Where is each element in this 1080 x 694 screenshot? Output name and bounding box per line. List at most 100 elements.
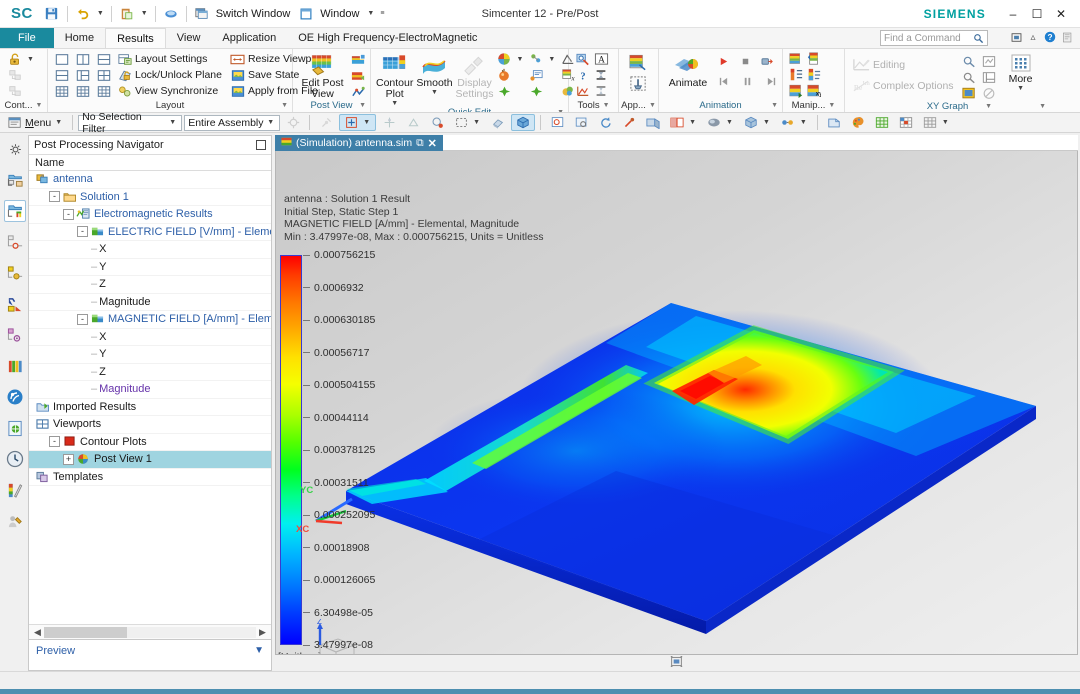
manip-import-button[interactable] xyxy=(788,83,804,99)
lock-rotation-dropdown-icon[interactable]: ▼ xyxy=(25,56,36,63)
create-point-button[interactable]: ▼ xyxy=(339,114,377,131)
tree-item-antenna[interactable]: antenna xyxy=(29,171,271,189)
manipulate-dropdown-icon[interactable]: ▼ xyxy=(828,100,835,112)
edit-post-view-button[interactable]: Edit Post View xyxy=(297,51,349,100)
pause-icon[interactable] xyxy=(739,74,755,89)
post-view-dialog-launcher-icon[interactable]: ▼ xyxy=(359,100,366,112)
viewport-tab-restore-icon[interactable]: ⧉ xyxy=(416,137,424,150)
create-point-dropdown-icon[interactable]: ▼ xyxy=(361,119,372,126)
window-icon[interactable] xyxy=(296,4,316,24)
tree-item-magnitude[interactable]: – Magnitude xyxy=(29,381,271,399)
xy-zoom-in-button[interactable] xyxy=(961,53,977,69)
select-feature-button[interactable] xyxy=(426,114,448,131)
manip-scale-button[interactable] xyxy=(788,67,804,83)
resource-web-browser-icon[interactable] xyxy=(4,417,26,439)
tools-query-button[interactable]: ? xyxy=(575,67,609,83)
lock-rotation-button[interactable]: ▼ xyxy=(7,51,36,67)
tree-item-solution-1[interactable]: - Solution 1 xyxy=(29,189,271,206)
layout-grid-button[interactable] xyxy=(54,83,70,99)
resource-constraint-navigator-icon[interactable] xyxy=(4,293,26,315)
complex-options-button[interactable]: ReIm Complex Options xyxy=(851,75,957,96)
tree-item-viewports[interactable]: Viewports xyxy=(29,416,271,434)
tree-item-contour-plots[interactable]: - Contour Plots xyxy=(29,434,271,451)
shaded-view-button[interactable] xyxy=(487,114,509,131)
manip-combine-button[interactable] xyxy=(806,67,822,83)
first-frame-icon[interactable] xyxy=(715,74,731,89)
resource-simulation-navigator-icon[interactable] xyxy=(4,262,26,284)
isometric-view-button[interactable] xyxy=(511,114,536,131)
layout-two-horizontal-button[interactable] xyxy=(54,67,70,83)
section-view-dropdown-icon[interactable]: ▼ xyxy=(687,119,698,126)
tree-item-magnitude[interactable]: – Magnitude xyxy=(29,294,271,311)
tree-item-y[interactable]: – Y xyxy=(29,259,271,276)
tree-expander-collapse[interactable]: - xyxy=(63,208,74,220)
view-synchronize-button[interactable]: View Synchronize xyxy=(117,83,225,99)
approximate-dropdown-icon[interactable]: ▼ xyxy=(649,100,656,112)
tab-file[interactable]: File xyxy=(0,28,54,48)
color-display-dropdown-icon[interactable]: ▼ xyxy=(514,56,525,63)
play-icon[interactable] xyxy=(715,54,731,69)
preview-panel-header[interactable]: Preview ▼ xyxy=(29,639,271,661)
snap-point-button[interactable] xyxy=(315,114,337,131)
xy-clear-button[interactable] xyxy=(981,85,997,101)
xy-graph-dialog-launcher-icon[interactable]: ▼ xyxy=(985,101,992,112)
minimize-ribbon-icon[interactable] xyxy=(1009,29,1023,45)
xy-axis-button[interactable] xyxy=(981,69,997,85)
workpart-button[interactable] xyxy=(823,114,845,131)
clip-view-button[interactable] xyxy=(642,114,664,131)
tree-expander-expand[interactable]: + xyxy=(63,453,74,465)
animate-button[interactable]: Animate xyxy=(665,51,711,89)
tab-results[interactable]: Results xyxy=(105,28,166,48)
viewport-display-mode-icon[interactable] xyxy=(670,655,683,671)
approximate-settings-icon[interactable] xyxy=(629,74,649,93)
resource-contour-tool-icon[interactable] xyxy=(4,479,26,501)
tree-item-y[interactable]: – Y xyxy=(29,346,271,364)
color-palette-button[interactable] xyxy=(847,114,869,131)
save-icon[interactable] xyxy=(42,4,62,24)
move-object-button[interactable] xyxy=(378,114,400,131)
last-frame-icon[interactable] xyxy=(763,74,779,89)
xy-zoom-out-button[interactable] xyxy=(961,69,977,85)
paste-icon[interactable] xyxy=(117,4,137,24)
layout-quad-button[interactable] xyxy=(96,67,112,83)
visibility-button[interactable]: ▼ xyxy=(777,114,812,131)
pan-view-button[interactable] xyxy=(618,114,640,131)
tree-item-electromagnetic-results[interactable]: - Electromagnetic Results xyxy=(29,206,271,224)
scroll-left-arrow-icon[interactable]: ◀ xyxy=(31,627,44,638)
transform-button[interactable] xyxy=(402,114,424,131)
tree-expander-collapse[interactable]: - xyxy=(49,436,60,448)
render-style-button[interactable]: ▼ xyxy=(703,114,738,131)
antenna-model-3d[interactable] xyxy=(276,151,1076,655)
menu-button[interactable]: Menu ▼ xyxy=(4,114,67,131)
resource-assembly-navigator-icon[interactable] xyxy=(4,169,26,191)
tree-item-imported-results[interactable]: Imported Results xyxy=(29,399,271,416)
tree-item-electric-field-v-mm-elemental[interactable]: - ELECTRIC FIELD [V/mm] - Elemental xyxy=(29,224,271,241)
layout-dialog-launcher-icon[interactable]: ▼ xyxy=(281,100,288,112)
xy-fit-button[interactable] xyxy=(981,53,997,69)
add-marker-2-button[interactable] xyxy=(528,83,557,99)
tree-expander-collapse[interactable]: - xyxy=(77,313,88,325)
undo-icon[interactable] xyxy=(73,4,93,24)
tools-graph-button[interactable] xyxy=(575,83,609,99)
collapse-ribbon-icon[interactable]: ▵ xyxy=(1026,29,1040,45)
navigator-horizontal-scrollbar[interactable]: ◀ ▶ xyxy=(29,624,271,639)
tools-probe-button[interactable]: A xyxy=(575,51,609,67)
duplicate-post-view-button[interactable] xyxy=(351,68,367,84)
viewport-tab-antenna-sim[interactable]: (Simulation) antenna.sim ⧉ ✕ xyxy=(275,135,443,151)
marker-settings-dropdown-icon[interactable]: ▼ xyxy=(546,56,557,63)
scroll-right-arrow-icon[interactable]: ▶ xyxy=(256,627,269,638)
identify-icon[interactable] xyxy=(593,68,609,83)
layout-single-button[interactable] xyxy=(54,51,70,67)
manip-envelope-button[interactable] xyxy=(806,51,822,67)
graphics-viewport[interactable]: antenna : Solution 1 Result Initial Step… xyxy=(275,151,1078,655)
new-post-view-button[interactable] xyxy=(351,52,367,68)
zoom-window-button[interactable] xyxy=(570,114,592,131)
resource-history-navigator-icon[interactable] xyxy=(4,324,26,346)
menu-dropdown-icon[interactable]: ▼ xyxy=(53,119,64,126)
scroll-track[interactable] xyxy=(44,626,256,638)
redo-icon[interactable] xyxy=(161,4,181,24)
switch-window-button[interactable] xyxy=(192,4,212,24)
tree-expander-collapse[interactable]: - xyxy=(49,191,60,203)
more-dropdown-icon[interactable]: ▼ xyxy=(1015,85,1026,92)
tree-item-templates[interactable]: Templates xyxy=(29,469,271,486)
